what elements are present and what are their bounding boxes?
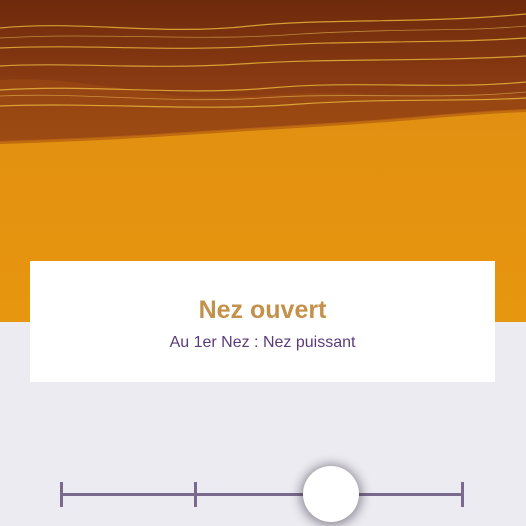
result-card: Nez ouvert Au 1er Nez : Nez puissant	[30, 261, 495, 382]
slider-track[interactable]	[61, 493, 464, 496]
slider-thumb[interactable]	[303, 466, 359, 522]
slider-tick	[60, 482, 63, 507]
slider-tick	[461, 482, 464, 507]
slider-tick	[194, 482, 197, 507]
card-subtitle: Au 1er Nez : Nez puissant	[169, 334, 356, 351]
intensity-slider[interactable]	[50, 460, 476, 526]
card-title: Nez ouvert	[198, 296, 327, 324]
